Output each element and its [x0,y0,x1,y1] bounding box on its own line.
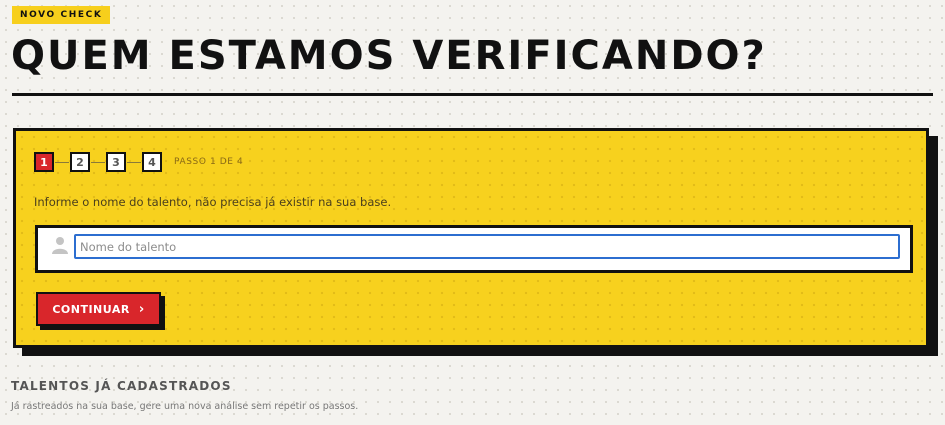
registered-talents-title: TALENTOS JÁ CADASTRADOS [11,379,232,393]
continue-button[interactable]: CONTINUAR › [36,292,161,326]
step-2[interactable]: 2 [70,152,90,172]
chevron-right-icon: › [138,301,145,317]
registered-talents-subtitle: Já rastreados na sua base, gere uma nova… [11,401,359,412]
continue-button-label: CONTINUAR [52,302,130,316]
step-3[interactable]: 3 [106,152,126,172]
step-connector [127,161,141,163]
user-icon [52,236,68,254]
step-1[interactable]: 1 [34,152,54,172]
title-divider [12,93,933,96]
talent-name-input[interactable] [74,234,900,259]
form-instruction: Informe o nome do talento, não precisa j… [34,195,392,209]
page-title: QUEM ESTAMOS VERIFICANDO? [11,33,767,79]
step-connector [91,161,105,163]
step-4[interactable]: 4 [142,152,162,172]
talent-name-field [35,225,913,273]
new-check-form-card: 1 2 3 4 PASSO 1 DE 4 Informe o nome do t… [13,128,929,348]
step-progress-label: PASSO 1 DE 4 [174,157,244,167]
stepper: 1 2 3 4 PASSO 1 DE 4 [34,150,243,174]
step-connector [55,161,69,163]
new-check-badge: NOVO CHECK [12,6,111,24]
